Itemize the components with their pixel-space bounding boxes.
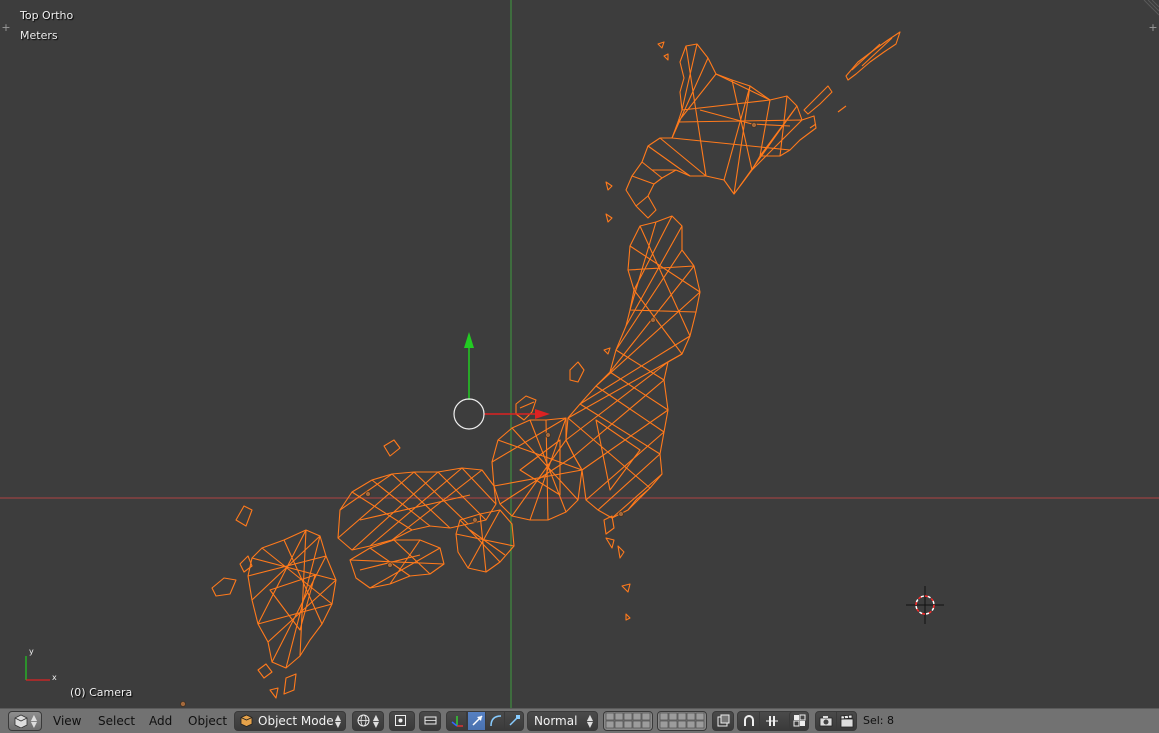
sphere-icon xyxy=(357,714,370,727)
manipulator-icon xyxy=(451,716,463,727)
view-name-label: Top Ortho xyxy=(20,9,74,22)
object-info-label: (0) Camera xyxy=(70,686,133,699)
transform-orientation-select[interactable]: Normal ▲ ▼ xyxy=(527,711,598,731)
manipulator-group xyxy=(446,711,524,731)
y-arrow-icon xyxy=(464,332,474,348)
viewport-shading-button[interactable]: ▲ ▼ xyxy=(352,711,384,731)
snap-target-icon xyxy=(793,714,806,727)
layer-grid-icon xyxy=(659,712,705,729)
object-mode-cube-icon xyxy=(240,714,253,727)
3d-viewport[interactable]: y x Top Ortho Meters (0) Camera + + xyxy=(0,0,1159,708)
cube-icon xyxy=(14,714,28,728)
clapper-icon xyxy=(840,714,854,728)
pivot-point-button[interactable] xyxy=(389,711,415,731)
scale-toggle[interactable] xyxy=(505,712,525,730)
arrow-icon xyxy=(472,715,483,726)
snap-toggle[interactable] xyxy=(738,712,760,730)
manipulator-toggle[interactable] xyxy=(447,712,467,730)
manipulator-center-circle xyxy=(453,398,485,430)
x-arrow-icon xyxy=(535,409,550,419)
layers-group-2[interactable] xyxy=(657,711,707,731)
toolshelf-plus-icon[interactable]: + xyxy=(0,22,12,34)
japan-mesh xyxy=(211,31,901,699)
viewport-header: ▲ ▼ View Select Add Object Object Mode ▲ ▼… xyxy=(0,708,1159,733)
render-opengl-button[interactable] xyxy=(816,712,837,730)
rotate-toggle[interactable] xyxy=(486,712,505,730)
only-origins-button[interactable] xyxy=(419,711,441,731)
snap-element-icon xyxy=(766,716,778,726)
translate-toggle[interactable] xyxy=(467,711,486,731)
mode-selector[interactable]: Object Mode ▲ ▼ xyxy=(234,711,346,731)
menu-view[interactable]: View xyxy=(53,714,81,728)
camera-icon xyxy=(819,716,833,727)
render-animation-button[interactable] xyxy=(837,712,858,730)
svg-text:x: x xyxy=(52,673,57,682)
properties-plus-icon[interactable]: + xyxy=(1147,22,1159,34)
menu-object[interactable]: Object xyxy=(188,714,227,728)
object-origins xyxy=(180,122,757,707)
mode-label: Object Mode xyxy=(258,714,334,728)
transform-manipulator xyxy=(453,332,550,430)
lock-camera-layers-button[interactable] xyxy=(712,711,734,731)
arc-icon xyxy=(490,715,502,727)
scale-icon xyxy=(509,715,520,726)
menu-add[interactable]: Add xyxy=(149,714,172,728)
orientation-label: Normal xyxy=(534,714,578,728)
render-group xyxy=(815,711,857,731)
pivot-icon xyxy=(395,715,406,726)
lock-icon xyxy=(717,714,730,727)
svg-text:y: y xyxy=(29,647,34,656)
editor-type-button[interactable]: ▲ ▼ xyxy=(8,711,42,731)
selection-info: Sel: 8 xyxy=(863,714,895,727)
menu-select[interactable]: Select xyxy=(98,714,135,728)
units-label: Meters xyxy=(20,29,58,42)
layers-group-1[interactable] xyxy=(603,711,653,731)
snap-target-button[interactable] xyxy=(789,711,809,731)
magnet-icon xyxy=(744,715,754,726)
3d-cursor-icon xyxy=(906,586,944,624)
corner-hatch-icon xyxy=(1143,0,1159,16)
layer-grid-icon xyxy=(605,712,651,729)
viewport-canvas[interactable]: y x xyxy=(0,0,1159,708)
axis-widget-icon: y x xyxy=(25,647,57,682)
origins-icon xyxy=(424,716,437,725)
